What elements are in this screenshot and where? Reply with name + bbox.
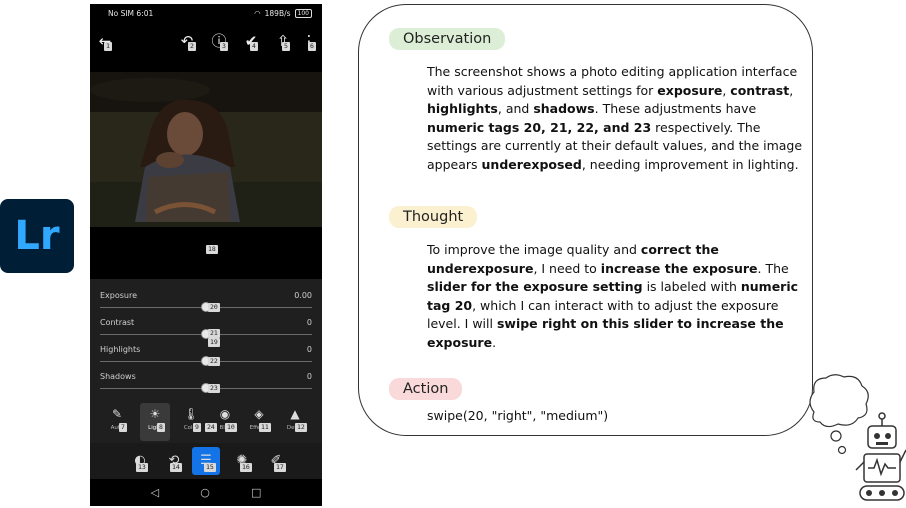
tag-blur-pre: 24: [205, 423, 217, 432]
exposure-row: Exposure 0.00 20: [100, 287, 312, 314]
th-t4: is labeled with: [642, 279, 741, 295]
obs-b3: highlights: [427, 101, 498, 117]
exposure-value: 0.00: [294, 291, 312, 300]
status-right: ◠ 189B/s 100: [254, 8, 312, 18]
obs-t3: ,: [789, 82, 794, 98]
observation-text: The screenshot shows a photo editing app…: [427, 63, 805, 175]
tag-image: 18: [206, 245, 218, 254]
status-speed: 189B/s: [264, 8, 291, 18]
nav-back-icon[interactable]: ◁: [151, 486, 159, 499]
top-toolbar: ← 1 ↶ 2 ⓘ 3 ✔ 4 ⇧ 5 ⋮ 6: [90, 22, 322, 60]
shadows-value: 0: [306, 372, 312, 381]
bottom-tab-bar: ◐ 13 ⟲ 14 ☰ 15 ✺ 16 ✐ 17: [90, 443, 322, 479]
auto-icon: ✎: [111, 407, 123, 421]
light-adjustments-panel: Exposure 0.00 20 Contrast 0 21 19 Highli…: [90, 279, 322, 401]
th-t2: , I need to: [533, 260, 601, 276]
highlights-label: Highlights: [100, 345, 141, 354]
wifi-icon: ◠: [254, 8, 261, 18]
obs-b5: numeric tags 20, 21, 22, and 23: [427, 119, 652, 135]
contrast-row: Contrast 0 21 19: [100, 314, 312, 347]
lightroom-logo: Lr: [0, 199, 74, 273]
tag-presets: 13: [136, 463, 148, 472]
obs-t5: . These adjustments have: [594, 101, 757, 117]
observation-heading: Observation: [389, 28, 506, 50]
obs-b1: exposure: [657, 82, 723, 98]
tool-detail[interactable]: ▲ Detail 12: [280, 403, 310, 441]
tag-more: 6: [308, 42, 316, 51]
contrast-value: 0: [306, 318, 312, 327]
thought-heading: Thought: [389, 206, 478, 228]
exposure-label: Exposure: [100, 291, 138, 300]
blur-icon: ◉: [219, 407, 231, 421]
action-heading: Action: [389, 378, 463, 400]
tag-undo: 2: [188, 42, 196, 51]
status-carrier: No SIM 6:01: [108, 8, 154, 18]
tag-masking: 16: [240, 463, 252, 472]
tag-blur: 10: [225, 423, 237, 432]
tag-contrast: 21: [208, 329, 220, 338]
effects-icon: ◈: [254, 407, 264, 421]
tool-auto[interactable]: ✎ Auto 7: [102, 403, 132, 441]
tool-color[interactable]: 🌡 Color 9: [176, 403, 206, 441]
obs-t4: , and: [497, 101, 534, 117]
status-bar: No SIM 6:01 ◠ 189B/s 100: [90, 4, 322, 22]
shadows-row: Shadows 0 23: [100, 368, 312, 395]
tag-healing: 17: [274, 463, 286, 472]
tag-back: 1: [104, 42, 112, 51]
action-text: swipe(20, "right", "medium"): [427, 408, 609, 423]
tag-share: 5: [282, 42, 290, 51]
tag-color: 9: [193, 423, 201, 432]
th-t3: . The: [757, 260, 789, 276]
nav-home-icon[interactable]: ○: [200, 486, 210, 499]
tool-light[interactable]: ☀ Light 8: [140, 403, 170, 441]
phone-screen: No SIM 6:01 ◠ 189B/s 100 ← 1 ↶ 2 ⓘ 3 ✔ 4…: [90, 4, 322, 506]
tag-help: 3: [220, 42, 228, 51]
nav-recents-icon[interactable]: □: [251, 486, 261, 499]
tag-exposure: 20: [208, 303, 220, 312]
tag-highlights: 22: [208, 357, 220, 366]
obs-b2: contrast: [730, 82, 790, 98]
obs-b6: underexposed: [481, 156, 582, 172]
detail-triangle-icon: ▲: [290, 407, 300, 421]
th-b3: slider for the exposure setting: [427, 279, 643, 295]
robot-icon: [855, 412, 906, 501]
tag-crop: 14: [170, 463, 182, 472]
photo-image: [90, 72, 322, 227]
obs-b4: shadows: [533, 101, 595, 117]
thermometer-icon: 🌡: [183, 407, 199, 421]
contrast-label: Contrast: [100, 318, 135, 327]
tag-light: 8: [157, 423, 165, 432]
reasoning-bubble: Observation The screenshot shows a photo…: [358, 4, 813, 436]
tag-detail: 12: [295, 423, 307, 432]
canvas-area: 18: [90, 227, 322, 279]
edit-tools-bar: ✎ Auto 7 ☀ Light 8 🌡 Color 9 ◉ Blur 24 1…: [90, 401, 322, 443]
highlights-row: Highlights 0 22: [100, 341, 312, 368]
th-t6: .: [492, 334, 497, 350]
tag-auto: 7: [119, 423, 127, 432]
tool-effects[interactable]: ◈ Effects 11: [244, 403, 274, 441]
thought-text: To improve the image quality and correct…: [427, 241, 805, 353]
sun-icon: ☀: [149, 407, 161, 421]
th-t1: To improve the image quality and: [427, 242, 641, 257]
tool-blur[interactable]: ◉ Blur 24 10: [205, 403, 240, 441]
th-b2: increase the exposure: [600, 260, 758, 276]
tag-effects: 11: [259, 423, 271, 432]
highlights-value: 0: [306, 345, 312, 354]
battery-icon: 100: [294, 8, 312, 18]
tag-done: 4: [250, 42, 258, 51]
tag-shadows: 23: [208, 384, 220, 393]
stage: Lr No SIM 6:01 ◠ 189B/s 100 ← 1 ↶ 2 ⓘ 3 …: [0, 0, 906, 508]
android-nav-bar: ◁ ○ □: [90, 479, 322, 506]
obs-t7: , needing improvement in lighting.: [581, 156, 799, 172]
shadows-label: Shadows: [100, 372, 136, 381]
tag-edit: 15: [204, 463, 216, 472]
photo-preview[interactable]: [90, 72, 322, 227]
